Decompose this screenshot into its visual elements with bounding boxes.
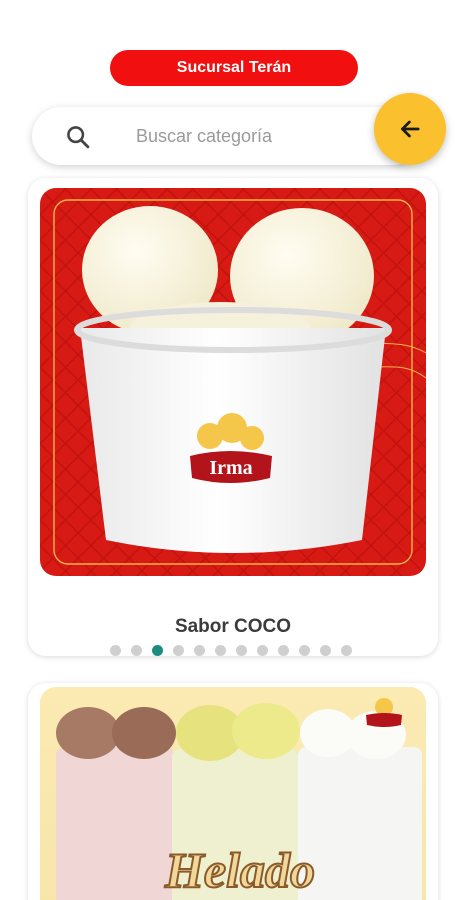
carousel-dot[interactable] — [110, 645, 121, 656]
app-screen: Sucursal Terán Buscar categoría Irma Sab… — [0, 0, 462, 900]
carousel-dot[interactable] — [299, 645, 310, 656]
logo-text: Irma — [209, 457, 252, 479]
carousel-dot[interactable] — [257, 645, 268, 656]
carousel-dot[interactable] — [320, 645, 331, 656]
carousel-dot-active[interactable] — [152, 645, 163, 656]
branch-selector[interactable]: Sucursal Terán — [110, 50, 358, 86]
search-input[interactable] — [136, 120, 346, 152]
carousel-dot[interactable] — [215, 645, 226, 656]
product-image: Irma — [40, 188, 426, 576]
carousel-dot[interactable] — [278, 645, 289, 656]
back-button[interactable] — [374, 93, 446, 165]
category-card[interactable]: Irma Sabor COCO — [28, 178, 438, 656]
carousel-indicator — [110, 645, 352, 656]
carousel-dot[interactable] — [173, 645, 184, 656]
carousel-dot[interactable] — [341, 645, 352, 656]
banner-text: Helado — [164, 842, 315, 898]
category-card[interactable]: Helado — [28, 683, 438, 900]
arrow-back-icon — [401, 120, 420, 138]
product-image: Helado — [40, 687, 426, 900]
carousel-dot[interactable] — [236, 645, 247, 656]
branch-label: Sucursal Terán — [176, 59, 292, 76]
carousel-dot[interactable] — [131, 645, 142, 656]
card-title: Sabor COCO — [174, 616, 292, 637]
carousel-dot[interactable] — [194, 645, 205, 656]
search-icon[interactable] — [64, 123, 92, 151]
